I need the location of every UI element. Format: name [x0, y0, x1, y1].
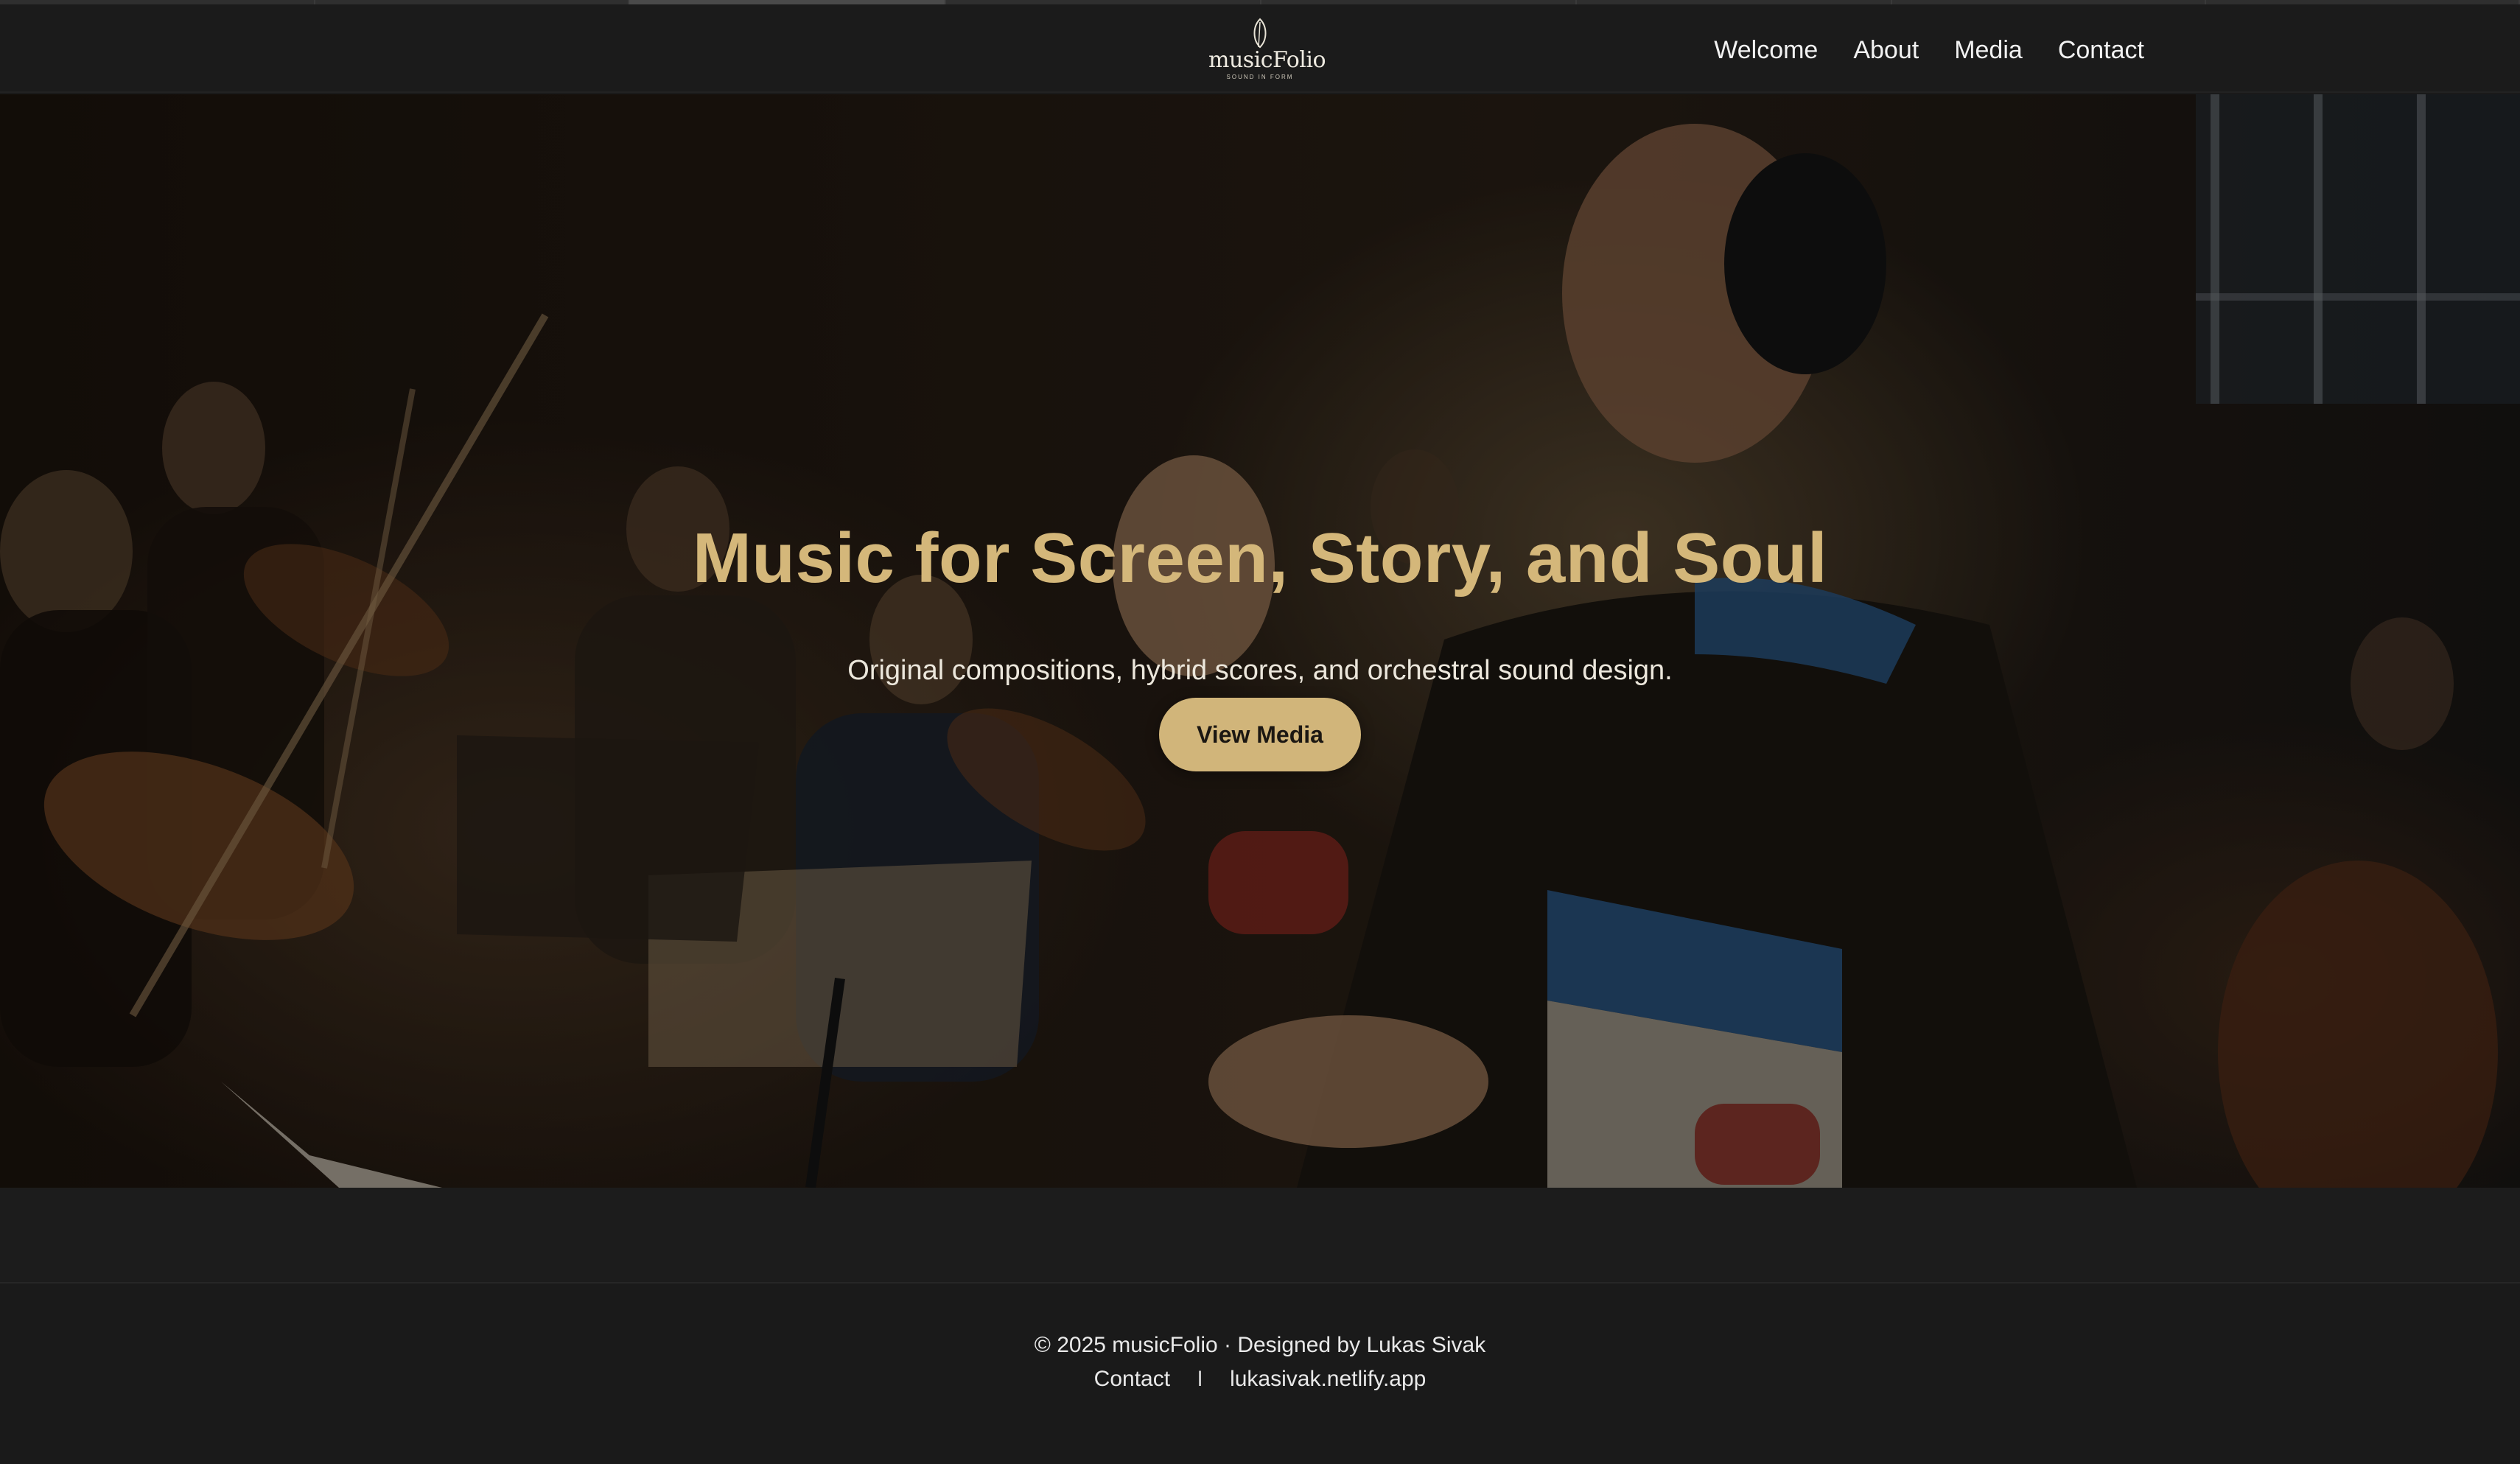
site-footer: © 2025 musicFolio · Designed by Lukas Si… — [0, 1285, 2520, 1464]
logo-tagline: SOUND IN FORM — [1226, 74, 1294, 80]
footer-separator: I — [1197, 1367, 1203, 1391]
hero-section: Music for Screen, Story, and Soul Origin… — [0, 94, 2520, 1188]
logo-name: musicFolio — [1208, 47, 1326, 73]
footer-link-contact[interactable]: Contact — [1094, 1367, 1170, 1391]
nav-item-media[interactable]: Media — [1954, 31, 2023, 69]
hero-subtitle: Original compositions, hybrid scores, an… — [847, 655, 1673, 686]
nav-item-welcome[interactable]: Welcome — [1714, 31, 1818, 69]
content-band — [0, 1188, 2520, 1283]
nav-item-about[interactable]: About — [1853, 31, 1919, 69]
leaf-icon — [1208, 18, 1312, 49]
hero-title: Music for Screen, Story, and Soul — [692, 519, 1828, 598]
hero-dark-overlay — [0, 94, 2520, 1188]
footer-copyright: © 2025 musicFolio · Designed by Lukas Si… — [1034, 1333, 1486, 1357]
footer-links: Contact I lukasivak.netlify.app — [0, 1365, 2520, 1394]
nav-item-contact[interactable]: Contact — [2058, 31, 2144, 69]
main-nav: Welcome About Media Contact — [1714, 31, 2144, 69]
view-media-button[interactable]: View Media — [1159, 698, 1361, 771]
site-header: musicFolio SOUND IN FORM Welcome About M… — [0, 4, 2520, 93]
site-logo[interactable]: musicFolio SOUND IN FORM — [1208, 18, 1326, 88]
footer-link-site[interactable]: lukasivak.netlify.app — [1230, 1367, 1426, 1391]
